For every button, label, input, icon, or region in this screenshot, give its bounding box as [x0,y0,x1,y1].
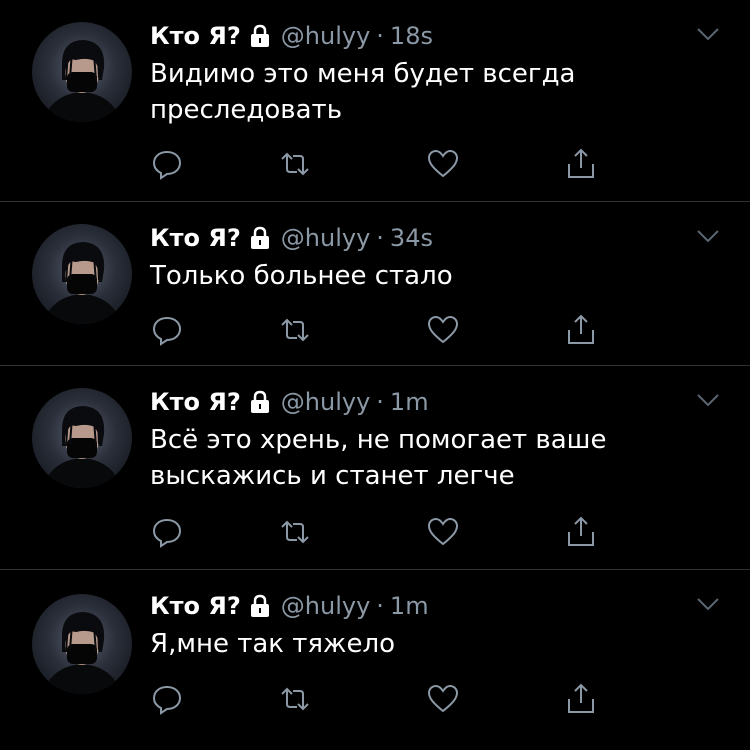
chevron-down-icon[interactable] [696,228,720,244]
tweet[interactable]: Кто Я? @hulyy · 1m Я,мне так тяжело [0,570,750,750]
display-name[interactable]: Кто Я? [150,590,241,622]
avatar-image [42,612,122,694]
tweet[interactable]: Кто Я? @hulyy · 18s Видимо это меня буде… [0,0,750,202]
action-bar [150,313,620,353]
share-icon[interactable] [564,515,598,549]
heart-icon[interactable] [426,147,460,181]
tweet-text: Я,мне так тяжело [150,629,395,659]
separator: · [376,22,384,50]
share-icon[interactable] [564,147,598,181]
action-bar [150,515,620,555]
tweet-header: Кто Я? @hulyy · 34s [150,222,433,254]
lock-icon [249,24,271,48]
lock-icon [249,390,271,414]
tweet-header: Кто Я? @hulyy · 1m [150,590,429,622]
reply-icon[interactable] [150,313,184,347]
display-name[interactable]: Кто Я? [150,20,241,52]
tweet-text: Всё это хрень, не помогает ваше выскажис… [150,425,607,491]
handle[interactable]: @hulyy [281,222,371,254]
display-name[interactable]: Кто Я? [150,386,241,418]
reply-icon[interactable] [150,147,184,181]
avatar-image [42,242,122,324]
retweet-icon[interactable] [278,682,312,716]
avatar[interactable] [32,594,132,694]
action-bar [150,682,620,722]
chevron-down-icon[interactable] [696,596,720,612]
tweet[interactable]: Кто Я? @hulyy · 34s Только больнее стало [0,202,750,366]
handle[interactable]: @hulyy [281,386,371,418]
timeline: Кто Я? @hulyy · 18s Видимо это меня буде… [0,0,750,750]
retweet-icon[interactable] [278,515,312,549]
heart-icon[interactable] [426,313,460,347]
handle[interactable]: @hulyy [281,590,371,622]
handle[interactable]: @hulyy [281,20,371,52]
timestamp[interactable]: 1m [390,590,429,622]
chevron-down-icon[interactable] [696,392,720,408]
lock-icon [249,594,271,618]
timestamp[interactable]: 1m [390,386,429,418]
timestamp[interactable]: 34s [390,222,433,254]
tweet[interactable]: Кто Я? @hulyy · 1m Всё это хрень, не пом… [0,366,750,570]
timestamp[interactable]: 18s [390,20,433,52]
lock-icon [249,226,271,250]
separator: · [376,388,384,416]
avatar-image [42,406,122,488]
display-name[interactable]: Кто Я? [150,222,241,254]
avatar-image [42,40,122,122]
tweet-header: Кто Я? @hulyy · 18s [150,20,433,52]
share-icon[interactable] [564,682,598,716]
tweet-header: Кто Я? @hulyy · 1m [150,386,429,418]
avatar[interactable] [32,388,132,488]
tweet-text: Видимо это меня будет всегда преследоват… [150,59,576,125]
action-bar [150,147,620,187]
heart-icon[interactable] [426,682,460,716]
separator: · [376,224,384,252]
chevron-down-icon[interactable] [696,26,720,42]
retweet-icon[interactable] [278,147,312,181]
reply-icon[interactable] [150,515,184,549]
reply-icon[interactable] [150,682,184,716]
separator: · [376,592,384,620]
avatar[interactable] [32,22,132,122]
retweet-icon[interactable] [278,313,312,347]
tweet-text: Только больнее стало [150,261,453,291]
heart-icon[interactable] [426,515,460,549]
avatar[interactable] [32,224,132,324]
share-icon[interactable] [564,313,598,347]
